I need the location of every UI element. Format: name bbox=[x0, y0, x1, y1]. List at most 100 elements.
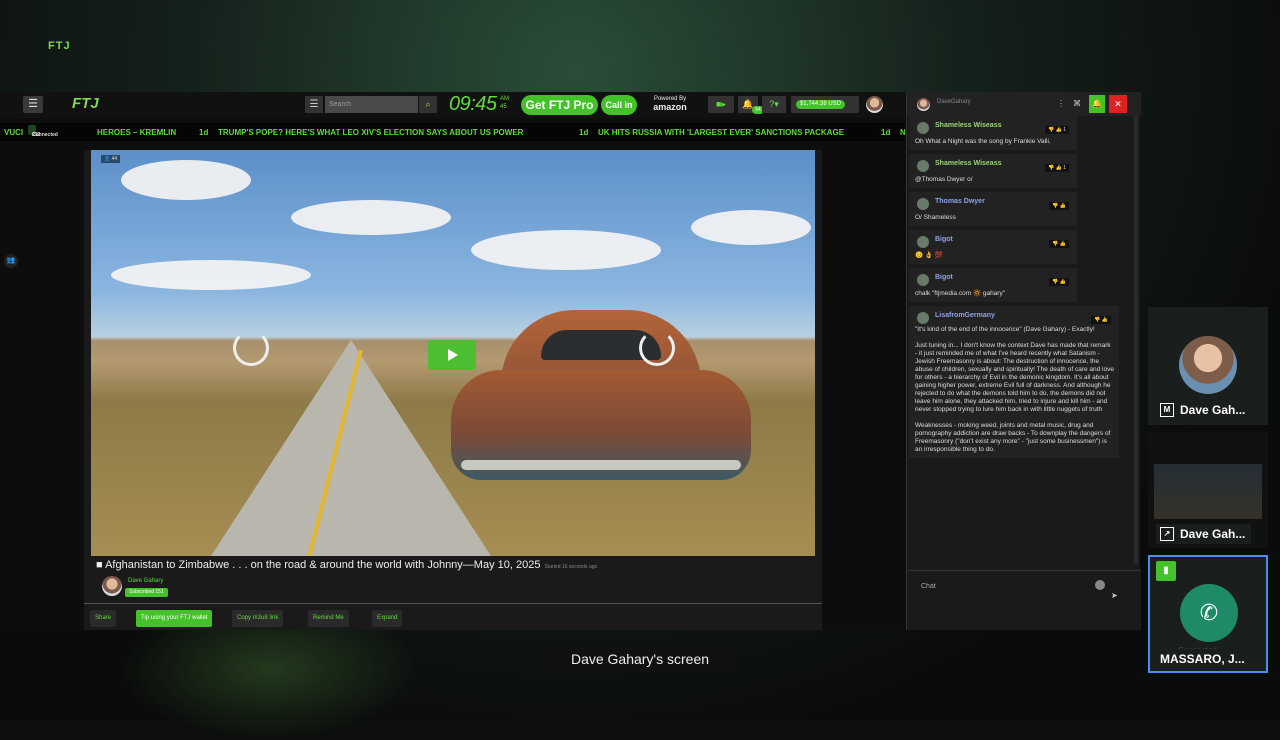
subscribed-badge[interactable]: Subscribed 151 bbox=[125, 588, 168, 597]
call-in-button[interactable]: Call in bbox=[601, 95, 637, 115]
people-icon[interactable]: 👥 bbox=[4, 254, 18, 268]
avatar[interactable] bbox=[917, 160, 929, 172]
road bbox=[211, 340, 491, 556]
avatar[interactable] bbox=[917, 312, 929, 324]
like-button[interactable]: 👎 👍 bbox=[1049, 240, 1069, 248]
site-toolbar: ☰ FTJ ☰ ⌕ 09:45 AM 45 Get FTJ Pro Call i… bbox=[0, 92, 905, 118]
chat-text: chalk "ftjmedia.com 🔆 gahary" bbox=[915, 290, 1072, 298]
corner-logo: FTJ bbox=[48, 40, 88, 56]
ticker-item[interactable]: TRUMP'S POPE? HERE'S WHAT LEO XIV'S ELEC… bbox=[218, 128, 523, 137]
viewer-count-value: 44 bbox=[112, 156, 118, 162]
play-button[interactable] bbox=[428, 340, 476, 370]
chat-header: DaveGahary ⋮ ⌘ 🔔 ✕ bbox=[907, 92, 1141, 116]
close-icon[interactable]: ✕ bbox=[1109, 95, 1127, 113]
chat-input-area: ➤ bbox=[907, 570, 1141, 630]
avatar[interactable] bbox=[917, 236, 929, 248]
participant-name: MASSARO, J... bbox=[1160, 652, 1245, 666]
cloud bbox=[121, 160, 251, 200]
like-button[interactable]: 👎 👍 1 bbox=[1045, 126, 1069, 134]
clock-seconds: 45 bbox=[500, 103, 509, 111]
video-title-text: Afghanistan to Zimbabwe . . . on the roa… bbox=[105, 559, 540, 571]
action-button[interactable]: Remind Me bbox=[308, 610, 349, 627]
chat-username[interactable]: DaveGahary bbox=[937, 99, 971, 105]
shared-screen: ☰ FTJ ☰ ⌕ 09:45 AM 45 Get FTJ Pro Call i… bbox=[0, 92, 1140, 630]
avatar[interactable] bbox=[917, 198, 929, 210]
cloud bbox=[691, 210, 811, 245]
chat-input[interactable] bbox=[913, 574, 1113, 598]
chat-scrollbar[interactable] bbox=[1134, 116, 1138, 564]
help-icon[interactable]: ?▾ bbox=[762, 96, 786, 113]
chat-author[interactable]: LisafromGermany bbox=[935, 310, 1114, 322]
subscribed-label: Subscribed bbox=[129, 589, 154, 595]
chat-message: Thomas Dwyer👎 👍 O/ Shameless bbox=[909, 192, 1077, 226]
host-avatar[interactable] bbox=[102, 576, 122, 596]
chat-message: Shameless Wiseass👎 👍 1@Thomas Dwyer o/ bbox=[909, 154, 1077, 188]
participant-tile-active[interactable]: ▮ ✆ Connected MASSARO, J... bbox=[1148, 555, 1268, 673]
hamburger-icon[interactable]: ☰ bbox=[23, 96, 43, 113]
ticker-item[interactable]: 1d bbox=[199, 128, 208, 137]
participant-avatar bbox=[1179, 336, 1237, 394]
amazon-badge[interactable]: Powered By amazon bbox=[648, 95, 692, 115]
participant-label: ↗ Dave Gah... bbox=[1156, 524, 1251, 544]
video-player: 👤 44 ■ Afghanistan to Zimbabwe . . . on … bbox=[84, 150, 822, 630]
bell-icon[interactable]: 🔔 bbox=[1089, 95, 1105, 113]
chat-panel: DaveGahary ⋮ ⌘ 🔔 ✕ Shameless Wiseass👎 👍 … bbox=[906, 92, 1140, 630]
screen-share-icon: ↗ bbox=[1160, 527, 1174, 541]
participant-name: Dave Gah... bbox=[1180, 527, 1245, 541]
chat-message: Shameless Wiseass👎 👍 1Oh What a Night wa… bbox=[909, 116, 1077, 150]
action-button[interactable]: Tip using your FTJ wallet bbox=[136, 610, 212, 627]
filter-icon[interactable]: ☰ bbox=[305, 96, 323, 113]
like-count: 1 bbox=[1063, 127, 1066, 133]
avatar[interactable] bbox=[917, 274, 929, 286]
forward-icon[interactable] bbox=[639, 330, 675, 366]
wallet-button[interactable]: $1,744.38 USD bbox=[791, 96, 859, 113]
ticker-item[interactable]: N bbox=[900, 128, 905, 137]
participant-tile[interactable]: MDave Gah... bbox=[1148, 307, 1268, 425]
like-button[interactable]: 👎 👍 bbox=[1049, 278, 1069, 286]
started-time: Started 16 seconds ago bbox=[544, 564, 597, 570]
connected-badge: Connected 232 bbox=[28, 125, 36, 135]
video-frame[interactable]: 👤 44 bbox=[91, 150, 815, 556]
action-button[interactable]: Expand bbox=[372, 610, 402, 627]
site-logo[interactable]: FTJ bbox=[72, 95, 124, 115]
avatar[interactable] bbox=[917, 98, 930, 111]
chat-messages: Shameless Wiseass👎 👍 1Oh What a Night wa… bbox=[909, 116, 1131, 564]
rewind-icon[interactable] bbox=[233, 330, 269, 366]
like-button[interactable]: 👎 👍 bbox=[1091, 316, 1111, 324]
ticker-item[interactable]: 1d bbox=[881, 128, 890, 137]
phone-icon: ✆ bbox=[1180, 584, 1238, 642]
like-count: 1 bbox=[1063, 165, 1066, 171]
avatar[interactable] bbox=[917, 122, 929, 134]
ticker-item[interactable]: 1d bbox=[579, 128, 588, 137]
action-button[interactable]: Copy m3u8 link bbox=[232, 610, 283, 627]
chat-text: "It's kind of the end of the innocence" … bbox=[915, 326, 1114, 454]
action-bar: Share Tip using your FTJ wallet Copy m3u8 … bbox=[84, 603, 822, 630]
car-bumper bbox=[461, 460, 741, 470]
screen-thumbnail bbox=[1154, 464, 1262, 519]
send-icon[interactable]: ➤ bbox=[1111, 591, 1118, 600]
host-name[interactable]: Dave Gahary bbox=[128, 578, 163, 584]
avatar[interactable] bbox=[866, 96, 883, 113]
participant-label: MASSARO, J... bbox=[1156, 649, 1251, 669]
cloud bbox=[111, 260, 311, 290]
video-title: ■ Afghanistan to Zimbabwe . . . on the r… bbox=[96, 559, 597, 571]
attach-icon[interactable]: ⌘ bbox=[1069, 95, 1085, 113]
participant-tile[interactable]: ↗ Dave Gah... bbox=[1148, 432, 1268, 548]
ticker-item[interactable]: UK HITS RUSSIA WITH 'LARGEST EVER' SANCT… bbox=[598, 128, 844, 137]
amazon-brand: amazon bbox=[648, 103, 692, 111]
action-button[interactable]: Share bbox=[90, 610, 116, 627]
camera-icon[interactable]: ■▸ bbox=[708, 96, 734, 113]
search-icon[interactable]: ⌕ bbox=[419, 96, 437, 113]
ticker-item[interactable]: VUCI bbox=[4, 128, 23, 137]
get-pro-button[interactable]: Get FTJ Pro bbox=[521, 95, 598, 115]
cloud bbox=[471, 230, 661, 270]
chat-text: 😊 👌 💯 bbox=[915, 252, 1072, 260]
emoji-icon[interactable] bbox=[1095, 580, 1105, 590]
clock-ampm: AM bbox=[500, 95, 509, 103]
search-input[interactable] bbox=[325, 96, 418, 113]
chat-message: LisafromGermany👎 👍 "It's kind of the end… bbox=[909, 306, 1119, 458]
like-button[interactable]: 👎 👍 1 bbox=[1045, 164, 1069, 172]
more-icon[interactable]: ⋮ bbox=[1053, 95, 1069, 113]
like-button[interactable]: 👎 👍 bbox=[1049, 202, 1069, 210]
ticker-item[interactable]: HEROES – KREMLIN bbox=[97, 128, 176, 137]
